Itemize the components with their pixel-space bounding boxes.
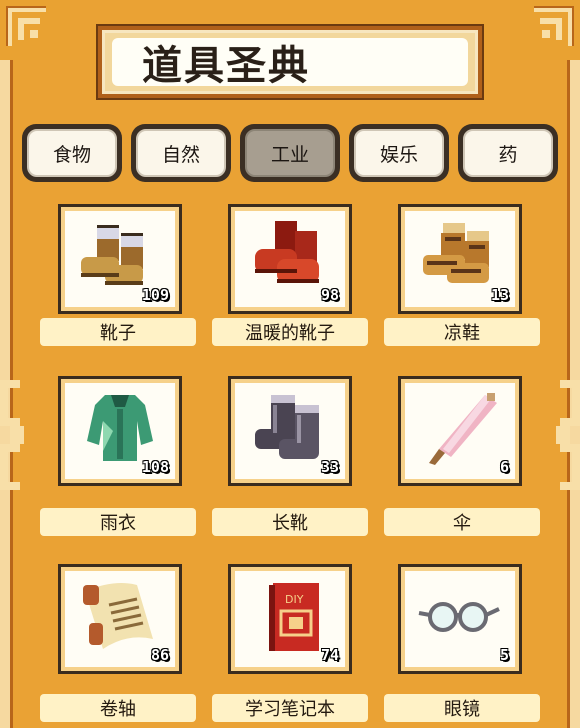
item-count: 109: [141, 286, 169, 304]
corner-ornament-icon: [0, 0, 70, 60]
item-label: 学习笔记本: [212, 694, 368, 722]
item-count: 13: [490, 286, 509, 304]
item-count: 33: [320, 458, 339, 476]
tab-label: 娱乐: [379, 143, 418, 166]
scroll-icon: [83, 583, 153, 649]
item-card-warm-boots[interactable]: 98: [228, 204, 352, 314]
umbrella-icon: [429, 393, 497, 465]
side-ornament-icon: [552, 370, 580, 500]
tab-nature[interactable]: 自然: [131, 124, 231, 182]
page-title: 道具圣典: [142, 43, 310, 89]
sandals-icon: [423, 223, 489, 283]
glasses-icon: [418, 602, 500, 632]
raincoat-icon: [87, 395, 153, 461]
category-tabs: 食物 自然 工业 娱乐 药: [22, 124, 558, 182]
item-label: 雨衣: [40, 508, 196, 536]
tab-label: 药: [498, 143, 518, 166]
item-card-study-notebook[interactable]: DIY 74: [228, 564, 352, 674]
item-count: 98: [320, 286, 339, 304]
side-ornament-icon: [0, 370, 28, 500]
title-plate: 道具圣典: [112, 38, 468, 89]
corner-ornament-icon: [510, 0, 580, 60]
boots-icon: [81, 225, 143, 285]
item-label: 温暖的靴子: [212, 318, 368, 346]
item-card-raincoat[interactable]: 108: [58, 376, 182, 486]
study-notebook-icon: DIY: [269, 583, 319, 651]
title-banner: 道具圣典: [98, 26, 482, 98]
item-label: 凉鞋: [384, 318, 540, 346]
rain-boots-icon: [255, 395, 319, 459]
tab-label: 工业: [270, 143, 309, 166]
item-card-scroll[interactable]: 86: [58, 564, 182, 674]
tab-medicine[interactable]: 药: [458, 124, 558, 182]
item-label: 眼镜: [384, 694, 540, 722]
tab-label: 自然: [161, 143, 200, 166]
item-card-boots[interactable]: 109: [58, 204, 182, 314]
tab-food[interactable]: 食物: [22, 124, 122, 182]
tab-industry[interactable]: 工业: [240, 124, 340, 182]
item-card-umbrella[interactable]: 6: [398, 376, 522, 486]
warm-boots-icon: [255, 221, 319, 283]
notebook-cover-text: DIY: [285, 593, 304, 606]
item-count: 108: [141, 458, 169, 476]
item-card-sandals[interactable]: 13: [398, 204, 522, 314]
item-card-glasses[interactable]: 5: [398, 564, 522, 674]
item-count: 86: [150, 646, 169, 664]
item-count: 6: [499, 458, 509, 476]
item-count: 5: [499, 646, 509, 664]
item-label: 伞: [384, 508, 540, 536]
item-count: 74: [320, 646, 339, 664]
item-label: 长靴: [212, 508, 368, 536]
item-label: 靴子: [40, 318, 196, 346]
item-label: 卷轴: [40, 694, 196, 722]
item-card-rain-boots[interactable]: 33: [228, 376, 352, 486]
tab-label: 食物: [52, 143, 91, 166]
tab-entertainment[interactable]: 娱乐: [349, 124, 449, 182]
